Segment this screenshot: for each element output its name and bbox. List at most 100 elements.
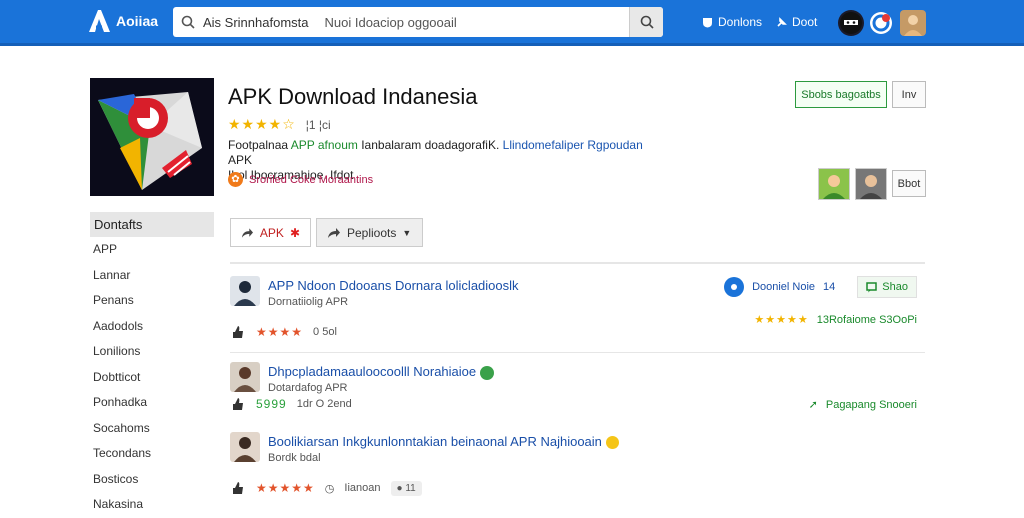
sidebar-item[interactable]: Tecondans [90, 441, 214, 467]
search-icon [173, 7, 203, 37]
search-bar[interactable]: Ais Srinnhafomsta Nuoi Idoaciop oggooail [173, 7, 663, 37]
badge-icon: ● [396, 482, 403, 494]
arrow-icon: ➚ [808, 399, 818, 411]
sidebar-item[interactable]: Ponhadka [90, 390, 214, 416]
notification-icon[interactable] [870, 12, 892, 34]
search-placeholder: Nuoi Idoaciop oggooail [324, 14, 457, 30]
search-value: Ais Srinnhafomsta [203, 14, 309, 30]
review-title-text: Dhpcpladamaauloocoolll Norahiaioe [268, 364, 477, 379]
desc-part-3: Ianbalaram doadagorafiK. [361, 138, 500, 152]
stats-stars: ★★★★★ [754, 314, 809, 326]
brand-logo[interactable]: Aoiiaa [86, 8, 158, 34]
sidebar-item[interactable]: Dobtticot [90, 365, 214, 391]
developer-badge-icon: ✿ [228, 172, 243, 187]
review-stars: ★★★★★ [256, 481, 315, 495]
reviewer-avatar[interactable] [230, 362, 260, 392]
desc-part-1: Footpalnaa [228, 138, 289, 152]
divider [230, 352, 925, 353]
review-meta-text: 0 5ol [313, 326, 337, 338]
nav-downloads[interactable]: Donlons [702, 15, 762, 29]
share-button-label: Peplioots [347, 225, 397, 240]
sidebar-item[interactable]: Lannar [90, 263, 214, 289]
sidebar: Dontafts APP Lannar Penans Aadodols Loni… [90, 212, 214, 518]
share-pill-button[interactable]: Shao [857, 276, 917, 298]
review-subtitle: Dornatiiolig APR [268, 296, 349, 308]
review-subtitle: Dotardafog APR [268, 382, 348, 394]
developer-row[interactable]: ✿ Sroriled Coke Moraantins [228, 172, 373, 187]
review-stats: ★★★★★ 13Rofaiome S3OoPi [754, 313, 917, 327]
desc-part-5: APK [228, 153, 253, 167]
logo-icon [86, 8, 112, 34]
developer-name: Sroriled Coke Moraantins [249, 173, 374, 186]
review-stats: ➚ Pagapang Snooeri [808, 398, 917, 412]
review-subtitle: Bordk bdal [268, 452, 321, 464]
review-title[interactable]: Dhpcpladamaauloocoolll Norahiaioe [268, 364, 494, 380]
app-title: APK Download Indanesia [228, 84, 478, 109]
sidebar-title: Dontafts [90, 212, 214, 237]
search-input[interactable]: Ais Srinnhafomsta Nuoi Idoaciop oggooail [203, 15, 629, 30]
ninja-mascot-icon[interactable] [838, 10, 864, 36]
rating-count: ¦1 ¦ci [305, 117, 331, 132]
desc-part-2: APP afnoum [290, 138, 358, 152]
download-count: 14 [823, 281, 836, 293]
follow-button[interactable]: Inv [892, 81, 926, 108]
review-meta-text: 1dr O 2end [296, 398, 352, 410]
share-arrow-icon [241, 227, 253, 238]
review-meta: 5999 1dr O 2end [230, 396, 352, 412]
share-button[interactable]: Peplioots ▼ [316, 218, 423, 247]
review-title[interactable]: Boolikiarsan Inkgkunlonntakian beinaonal… [268, 434, 619, 450]
reviewer-avatar[interactable] [230, 432, 260, 462]
smile-icon [605, 436, 619, 450]
brand-name: Aoiiaa [116, 13, 159, 29]
reviewer-avatar[interactable] [230, 276, 260, 306]
contributor-avatar[interactable] [855, 168, 887, 200]
bot-button[interactable]: Bbot [892, 170, 926, 197]
top-bar: Aoiiaa Ais Srinnhafomsta Nuoi Idoaciop o… [0, 0, 1024, 46]
nav-downloads-label: Donlons [718, 15, 763, 29]
thumbs-icon [233, 326, 243, 338]
share-arrow-icon [328, 227, 340, 238]
desc-part-4: Llindomefaliper Rgpoudan [502, 138, 643, 152]
review-badge[interactable]: ● 11 [390, 480, 422, 496]
user-avatar[interactable] [900, 10, 926, 36]
star-icon: ✱ [289, 225, 300, 240]
magnifier-icon [640, 15, 654, 29]
install-button[interactable]: Sbobs bagoatbs [795, 81, 887, 108]
review-meta: ★★★★★ ◷ Iianoan ● 11 [230, 480, 422, 496]
download-note[interactable]: Dooniel Noie [752, 281, 815, 293]
review-stats-text: 13Rofaiome S3OoPi [816, 313, 917, 326]
review-title[interactable]: APP Ndoon Ddooans Dornara lolicladiooslk [268, 278, 519, 293]
badge-count: 11 [405, 482, 416, 494]
globe-icon [479, 365, 494, 380]
search-button[interactable] [629, 7, 663, 37]
review-meta: ★★★★ 0 5ol [230, 324, 337, 340]
sidebar-item[interactable]: Bosticos [90, 467, 214, 493]
rating-row: ★★★★☆ ¦1 ¦ci [228, 116, 331, 133]
divider [230, 262, 925, 264]
nav-boot[interactable]: Doot [776, 15, 817, 29]
apk-download-button[interactable]: APK ✱ [230, 218, 311, 247]
review-stars: ★★★★ [256, 325, 304, 339]
review-stats-text[interactable]: Pagapang Snooeri [826, 399, 917, 411]
app-icon [90, 78, 214, 196]
share-label: Shao [882, 281, 908, 293]
rating-stars: ★★★★☆ [228, 116, 296, 132]
chat-icon [866, 281, 878, 292]
pin-icon [777, 16, 787, 27]
review-stars: 5999 [256, 397, 287, 411]
apk-button-label: APK [259, 225, 284, 240]
sidebar-item[interactable]: Socahoms [90, 416, 214, 442]
shield-icon [703, 17, 712, 27]
sidebar-item[interactable]: APP [90, 237, 214, 263]
sidebar-item[interactable]: Aadodols [90, 314, 214, 340]
sidebar-item[interactable]: Nakasina [90, 492, 214, 518]
nav-boot-label: Doot [792, 15, 818, 29]
sidebar-item[interactable]: Penans [90, 288, 214, 314]
clock-icon: ◷ [324, 482, 335, 495]
sidebar-item[interactable]: Lonilions [90, 339, 214, 365]
review-meta-text: Iianoan [344, 482, 381, 494]
review-title-text: Boolikiarsan Inkgkunlonntakian beinaonal… [268, 434, 602, 449]
info-icon [724, 277, 745, 297]
contributor-avatar[interactable] [818, 168, 850, 200]
thumbs-icon [233, 398, 243, 410]
